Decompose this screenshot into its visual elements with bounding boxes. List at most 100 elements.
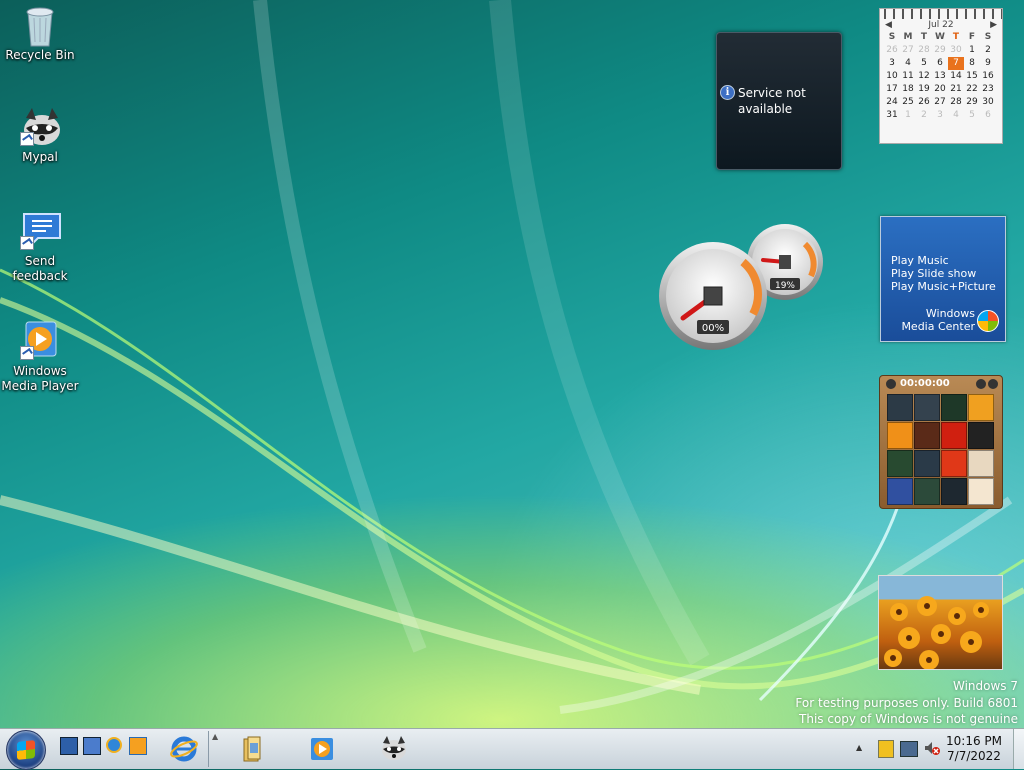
- media-player-quicklaunch-icon[interactable]: [129, 737, 147, 755]
- cpu-meter-gadget[interactable]: 19% 00%: [659, 222, 827, 352]
- calendar-day[interactable]: 24: [884, 96, 900, 109]
- cpu-dial: 00%: [659, 242, 767, 350]
- shuffle-icon[interactable]: [988, 379, 998, 389]
- calendar-day[interactable]: 25: [900, 96, 916, 109]
- desktop-icon-mypal[interactable]: Mypal: [0, 106, 80, 165]
- calendar-gadget[interactable]: ◀ Jul 22 ▶ S M T W T F S 26 27 28 29 30 1 2 3 4 5 6 7 8 9 10 1…: [879, 8, 1003, 144]
- calendar-day[interactable]: 2: [980, 44, 996, 57]
- desktop-icon-label: Windows Media Player: [1, 364, 79, 393]
- calendar-day[interactable]: 19: [916, 83, 932, 96]
- calendar-day[interactable]: 31: [884, 109, 900, 122]
- media-player-icon: [311, 738, 333, 760]
- taskbar-explorer-button[interactable]: [226, 731, 278, 767]
- calendar-day[interactable]: 30: [948, 44, 964, 57]
- clock-date: 7/7/2022: [947, 749, 1001, 763]
- calendar-day[interactable]: 27: [932, 96, 948, 109]
- show-hidden-icons-button[interactable]: ▲: [856, 743, 862, 752]
- volume-muted-icon[interactable]: [924, 741, 940, 755]
- calendar-day[interactable]: 26: [916, 96, 932, 109]
- prev-month-button[interactable]: ◀: [885, 19, 892, 31]
- calendar-day[interactable]: 20: [932, 83, 948, 96]
- calendar-day[interactable]: 21: [948, 83, 964, 96]
- help-icon[interactable]: [976, 379, 986, 389]
- taskbar: ▲ ▲ 10:16 PM 7/7/2022: [0, 728, 1024, 770]
- calendar-day[interactable]: 15: [964, 70, 980, 83]
- weather-gadget[interactable]: i Service not available: [716, 32, 842, 170]
- start-button[interactable]: [6, 730, 46, 770]
- weather-message: Service not available: [738, 86, 806, 116]
- show-desktop-icon[interactable]: [60, 737, 78, 755]
- switch-windows-icon[interactable]: [83, 737, 101, 755]
- desktop-icon-label: Recycle Bin: [5, 48, 75, 62]
- puzzle-tiles[interactable]: [887, 394, 994, 505]
- calendar-day[interactable]: 22: [964, 83, 980, 96]
- network-icon[interactable]: [900, 741, 918, 757]
- show-desktop-button[interactable]: [1013, 729, 1024, 769]
- calendar-day[interactable]: 28: [948, 96, 964, 109]
- calendar-day[interactable]: 30: [980, 96, 996, 109]
- calendar-weekday: M: [903, 32, 913, 42]
- ie-quicklaunch-icon[interactable]: [106, 737, 122, 753]
- brand-line: Media Center: [901, 320, 975, 333]
- calendar-day[interactable]: 17: [884, 83, 900, 96]
- calendar-day[interactable]: 5: [916, 57, 932, 70]
- cpu-usage-value: 00%: [702, 323, 724, 334]
- feedback-speech-icon: [20, 210, 61, 251]
- calendar-day[interactable]: 6: [980, 109, 996, 122]
- calendar-day[interactable]: 11: [900, 70, 916, 83]
- system-clock[interactable]: 10:16 PM 7/7/2022: [946, 734, 1002, 764]
- calendar-day[interactable]: 3: [884, 57, 900, 70]
- play-music-link[interactable]: Play Music: [891, 254, 949, 267]
- calendar-day[interactable]: 26: [884, 44, 900, 57]
- memory-usage-value: 19%: [775, 281, 795, 291]
- taskbar-ie-button[interactable]: [158, 731, 210, 767]
- calendar-weekday: F: [968, 32, 976, 42]
- calendar-day[interactable]: 6: [932, 57, 948, 70]
- action-center-flag-icon[interactable]: [878, 740, 894, 758]
- calendar-day[interactable]: 27: [900, 44, 916, 57]
- info-icon: i: [720, 85, 735, 100]
- calendar-day[interactable]: 16: [980, 70, 996, 83]
- calendar-day[interactable]: 13: [932, 70, 948, 83]
- calendar-day[interactable]: 10: [884, 70, 900, 83]
- calendar-day[interactable]: 8: [964, 57, 980, 70]
- slideshow-gadget[interactable]: [878, 575, 1003, 670]
- calendar-day[interactable]: 1: [900, 109, 916, 122]
- desktop-icon-send-feedback[interactable]: Send feedback: [0, 210, 80, 284]
- picture-puzzle-gadget[interactable]: 00:00:00: [879, 375, 1003, 509]
- calendar-day[interactable]: 12: [916, 70, 932, 83]
- clock-time: 10:16 PM: [946, 734, 1002, 748]
- calendar-day[interactable]: 18: [900, 83, 916, 96]
- calendar-day[interactable]: 9: [980, 57, 996, 70]
- calendar-day[interactable]: 1: [964, 44, 980, 57]
- calendar-today[interactable]: 7: [948, 57, 964, 70]
- calendar-day[interactable]: 29: [932, 44, 948, 57]
- calendar-day[interactable]: 23: [980, 83, 996, 96]
- calendar-day[interactable]: 29: [964, 96, 980, 109]
- calendar-rings: [880, 9, 1002, 19]
- shortcut-arrow-icon: [20, 346, 34, 360]
- timer-icon: [886, 379, 896, 389]
- media-center-gadget[interactable]: Play Music Play Slide show Play Music+Pi…: [880, 216, 1006, 342]
- flowers-photo: [884, 596, 989, 669]
- calendar-day[interactable]: 4: [948, 109, 964, 122]
- shortcut-arrow-icon: [20, 236, 34, 250]
- calendar-day[interactable]: 3: [932, 109, 948, 122]
- internet-explorer-icon: [170, 736, 198, 762]
- taskbar-media-player-button[interactable]: [296, 731, 348, 767]
- calendar-weekday: T: [952, 32, 960, 42]
- watermark-os-name: Windows 7: [952, 679, 1018, 693]
- calendar-day[interactable]: 5: [964, 109, 980, 122]
- calendar-day[interactable]: 2: [916, 109, 932, 122]
- desktop-icon-windows-media-player[interactable]: Windows Media Player: [0, 320, 80, 394]
- next-month-button[interactable]: ▶: [990, 19, 997, 31]
- play-slideshow-link[interactable]: Play Slide show: [891, 267, 976, 280]
- calendar-day[interactable]: 4: [900, 57, 916, 70]
- calendar-day[interactable]: 14: [948, 70, 964, 83]
- calendar-day[interactable]: 28: [916, 44, 932, 57]
- taskbar-mypal-button[interactable]: [368, 731, 420, 767]
- puzzle-timer: 00:00:00: [900, 378, 950, 389]
- desktop-icon-recycle-bin[interactable]: Recycle Bin: [0, 4, 80, 63]
- taskbar-chevron-up-icon[interactable]: ▲: [212, 732, 218, 741]
- play-music-picture-link[interactable]: Play Music+Picture: [891, 280, 996, 293]
